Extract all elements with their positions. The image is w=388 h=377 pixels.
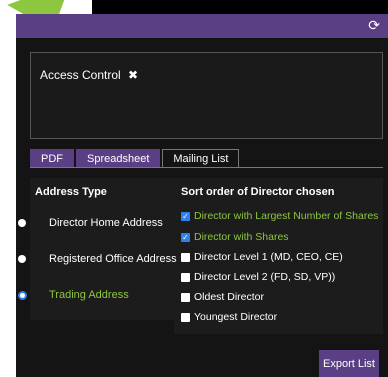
radio-trading-address[interactable]: Trading Address (18, 285, 129, 305)
radio-director-home-address[interactable]: Director Home Address (18, 213, 163, 233)
checkbox-label: Director with Largest Number of Shares (194, 210, 379, 222)
checkbox-largest-shares[interactable]: ✓ Director with Largest Number of Shares (181, 208, 378, 224)
radio-button[interactable] (18, 219, 26, 227)
checkbox-label: Director Level 2 (FD, SD, VP)) (194, 271, 336, 283)
checkbox-oldest[interactable]: Oldest Director (181, 289, 264, 305)
checkbox-with-shares[interactable]: ✓ Director with Shares (181, 229, 289, 245)
checkbox[interactable] (181, 272, 190, 282)
checkbox-level-1[interactable]: Director Level 1 (MD, CEO, CE) (181, 249, 343, 265)
sort-order-header: Sort order of Director chosen (181, 186, 335, 198)
checkbox-label: Youngest Director (194, 311, 278, 323)
checkbox[interactable] (181, 312, 190, 322)
refresh-icon[interactable]: ⟳ (368, 17, 380, 34)
radio-label: Registered Office Address (49, 253, 177, 265)
radio-button[interactable] (18, 255, 26, 263)
checkbox-label: Oldest Director (194, 291, 265, 303)
radio-label: Director Home Address (49, 217, 163, 229)
checkbox-youngest[interactable]: Youngest Director (181, 309, 277, 325)
tab-pdf[interactable]: PDF (30, 149, 74, 167)
radio-registered-office-address[interactable]: Registered Office Address (18, 249, 177, 269)
tab-spreadsheet[interactable]: Spreadsheet (76, 149, 161, 167)
checkbox[interactable] (181, 292, 190, 302)
export-tabs: PDF Spreadsheet Mailing List (30, 149, 241, 167)
checkbox-checked[interactable]: ✓ (181, 232, 190, 242)
checkbox-checked[interactable]: ✓ (181, 211, 190, 221)
checkbox[interactable] (181, 252, 190, 262)
filter-chip: Access Control ✖ (40, 68, 138, 82)
filter-box[interactable]: Access Control ✖ (30, 52, 383, 139)
checkbox-level-2[interactable]: Director Level 2 (FD, SD, VP)) (181, 269, 335, 285)
radio-button-selected[interactable] (18, 290, 27, 300)
address-type-header: Address Type (35, 186, 107, 198)
remove-chip-icon[interactable]: ✖ (128, 68, 138, 82)
filter-chip-label: Access Control (40, 68, 121, 82)
panel-title-bar: ⟳ (16, 14, 388, 38)
tab-mailing-list[interactable]: Mailing List (162, 149, 240, 167)
radio-label: Trading Address (49, 289, 129, 301)
checkbox-label: Director with Shares (194, 231, 289, 243)
checkbox-label: Director Level 1 (MD, CEO, CE) (194, 251, 343, 263)
tab-divider (30, 167, 383, 168)
export-list-button[interactable]: Export List (319, 350, 379, 377)
